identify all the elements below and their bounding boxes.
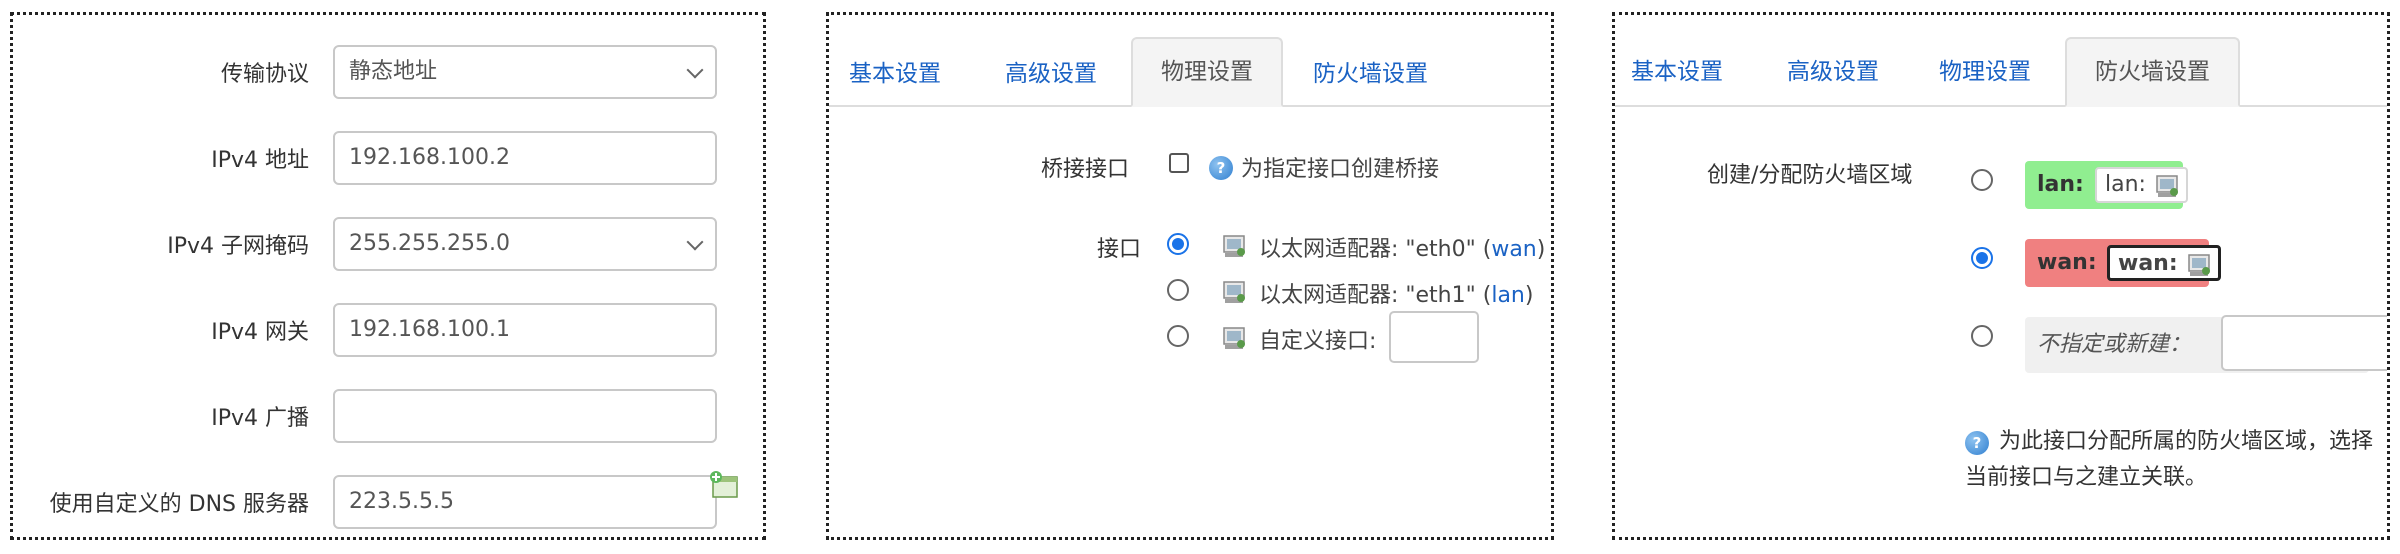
zone-radio-lan[interactable] [1971, 169, 1993, 191]
physical-settings-panel: 基本设置 高级设置 物理设置 防火墙设置 桥接接口 ? 为指定接口创建桥接 接口… [826, 12, 1554, 540]
ipv4-address-value: 192.168.100.2 [349, 145, 510, 170]
ipv4-gateway-input[interactable]: 192.168.100.1 [333, 303, 717, 357]
new-zone-input[interactable] [2221, 315, 2387, 371]
tab-bar: 基本设置 高级设置 物理设置 防火墙设置 [829, 15, 1551, 107]
ipv4-netmask-value: 255.255.255.0 [349, 231, 510, 256]
bridge-interface-label: 桥接接口 [1041, 157, 1130, 182]
ipv4-address-input[interactable]: 192.168.100.2 [333, 131, 717, 185]
custom-interface-input[interactable] [1389, 311, 1479, 363]
dns-server-row: 使用自定义的 DNS 服务器 223.5.5.5 [13, 471, 763, 529]
protocol-select[interactable]: 静态地址 [333, 45, 717, 99]
ipv4-address-row: IPv4 地址 192.168.100.2 [13, 131, 763, 185]
tab-basic-settings[interactable]: 基本设置 [1631, 39, 1723, 105]
ipv4-broadcast-input[interactable] [333, 389, 717, 443]
zone-badge-lan[interactable]: lan: lan: [2025, 161, 2188, 209]
ipv4-broadcast-label: IPv4 广播 [211, 406, 309, 431]
chevron-down-icon [686, 61, 704, 79]
interface-eth1-text: 以太网适配器: "eth1" (lan) [1259, 283, 1534, 308]
network-adapter-icon [1223, 235, 1245, 257]
network-adapter-icon [2187, 254, 2210, 276]
zone-radio-new[interactable] [1971, 325, 1993, 347]
zone-lan-name: lan: [2037, 172, 2084, 197]
ipv4-gateway-value: 192.168.100.1 [349, 317, 510, 342]
protocol-label: 传输协议 [220, 62, 309, 87]
network-adapter-icon [1223, 281, 1245, 303]
tab-basic-settings[interactable]: 基本设置 [849, 41, 941, 107]
add-entry-icon[interactable] [709, 471, 739, 499]
dns-server-input[interactable]: 223.5.5.5 [333, 475, 717, 529]
interface-label: 接口 [1097, 237, 1142, 262]
new-zone-field: 不指定或新建： [2025, 315, 2387, 373]
interface-radio-eth1[interactable] [1167, 279, 1189, 301]
dns-server-value: 223.5.5.5 [349, 489, 454, 514]
interface-eth0-network-link[interactable]: wan [1491, 237, 1536, 262]
zone-badge-wan[interactable]: wan: wan: [2025, 239, 2221, 287]
protocol-row: 传输协议 静态地址 [13, 45, 763, 99]
interface-general-settings-panel: 传输协议 静态地址 IPv4 地址 192.168.100.2 IPv4 子网掩… [10, 12, 766, 540]
ipv4-netmask-row: IPv4 子网掩码 255.255.255.0 [13, 217, 763, 271]
ipv4-broadcast-row: IPv4 广播 [13, 389, 763, 443]
firewall-zone-label: 创建/分配防火墙区域 [1707, 163, 1913, 188]
ipv4-gateway-label: IPv4 网关 [211, 320, 309, 345]
ipv4-netmask-select[interactable]: 255.255.255.0 [333, 217, 717, 271]
chevron-down-icon [686, 233, 704, 251]
interface-radio-eth0[interactable] [1167, 233, 1189, 255]
bridge-interface-checkbox[interactable] [1169, 153, 1189, 173]
interface-eth0-label: 以太网适配器: "eth0" [1259, 237, 1476, 262]
ipv4-gateway-row: IPv4 网关 192.168.100.1 [13, 303, 763, 357]
ipv4-netmask-label: IPv4 子网掩码 [167, 234, 309, 259]
tab-advanced-settings[interactable]: 高级设置 [1787, 39, 1879, 105]
protocol-value: 静态地址 [349, 59, 438, 84]
tab-bar: 基本设置 高级设置 物理设置 防火墙设置 [1615, 15, 2387, 107]
tab-advanced-settings[interactable]: 高级设置 [1005, 41, 1097, 107]
interface-eth0-text: 以太网适配器: "eth0" (wan) [1259, 237, 1546, 262]
zone-wan-network: wan: [2107, 245, 2221, 281]
ipv4-address-label: IPv4 地址 [211, 148, 309, 173]
bridge-interface-description: 为指定接口创建桥接 [1241, 157, 1440, 182]
tab-firewall-settings[interactable]: 防火墙设置 [1313, 41, 1428, 107]
help-icon: ? [1965, 431, 1989, 455]
zone-wan-name: wan: [2037, 250, 2097, 275]
new-zone-placeholder: 不指定或新建： [2037, 332, 2192, 357]
zone-wan-network-label: wan: [2118, 251, 2178, 276]
dns-server-label: 使用自定义的 DNS 服务器 [49, 492, 309, 517]
network-adapter-icon [2156, 175, 2178, 197]
firewall-zone-help-line2: 当前接口与之建立关联。 [1965, 465, 2208, 490]
tab-physical-settings[interactable]: 物理设置 [1131, 37, 1283, 107]
tab-firewall-settings[interactable]: 防火墙设置 [2065, 37, 2240, 107]
interface-eth1-network-link[interactable]: lan [1491, 283, 1525, 308]
zone-lan-network-label: lan: [2105, 172, 2146, 197]
custom-interface-label: 自定义接口: [1259, 329, 1377, 354]
interface-eth1-label: 以太网适配器: "eth1" [1259, 283, 1476, 308]
firewall-zone-help-line1: 为此接口分配所属的防火墙区域，选择 [1999, 429, 2374, 454]
interface-radio-custom[interactable] [1167, 325, 1189, 347]
tab-physical-settings[interactable]: 物理设置 [1939, 39, 2031, 105]
zone-lan-network: lan: [2095, 167, 2188, 203]
network-adapter-icon [1223, 327, 1245, 349]
zone-radio-wan[interactable] [1971, 247, 1993, 269]
firewall-settings-panel: 基本设置 高级设置 物理设置 防火墙设置 创建/分配防火墙区域 lan: lan… [1612, 12, 2390, 540]
help-icon: ? [1209, 156, 1233, 180]
